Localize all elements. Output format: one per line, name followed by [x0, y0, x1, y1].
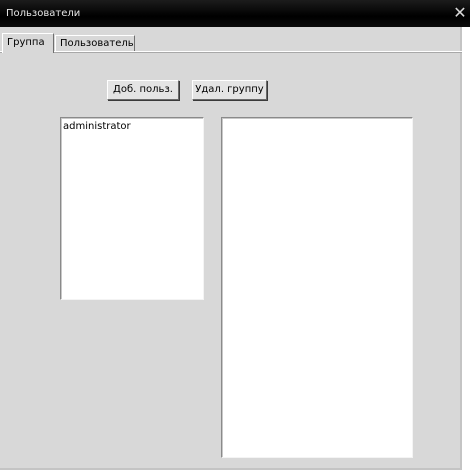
title-bar[interactable]: Пользователи ✕: [0, 0, 470, 27]
tab-user[interactable]: Пользователь: [55, 35, 135, 51]
list-item[interactable]: administrator: [61, 118, 203, 133]
users-dialog: Пользователи ✕ Группа Пользователь Доб. …: [0, 0, 470, 470]
add-user-button[interactable]: Доб. польз.: [107, 80, 179, 100]
members-list[interactable]: [221, 117, 413, 458]
groups-list[interactable]: administrator: [60, 117, 204, 300]
tab-group[interactable]: Группа: [2, 33, 54, 53]
delete-group-button[interactable]: Удал. группу: [192, 80, 267, 100]
tab-baseline: [0, 51, 462, 53]
tab-strip: Группа Пользователь: [0, 33, 462, 53]
window-title: Пользователи: [6, 8, 81, 19]
close-icon[interactable]: ✕: [452, 5, 468, 21]
